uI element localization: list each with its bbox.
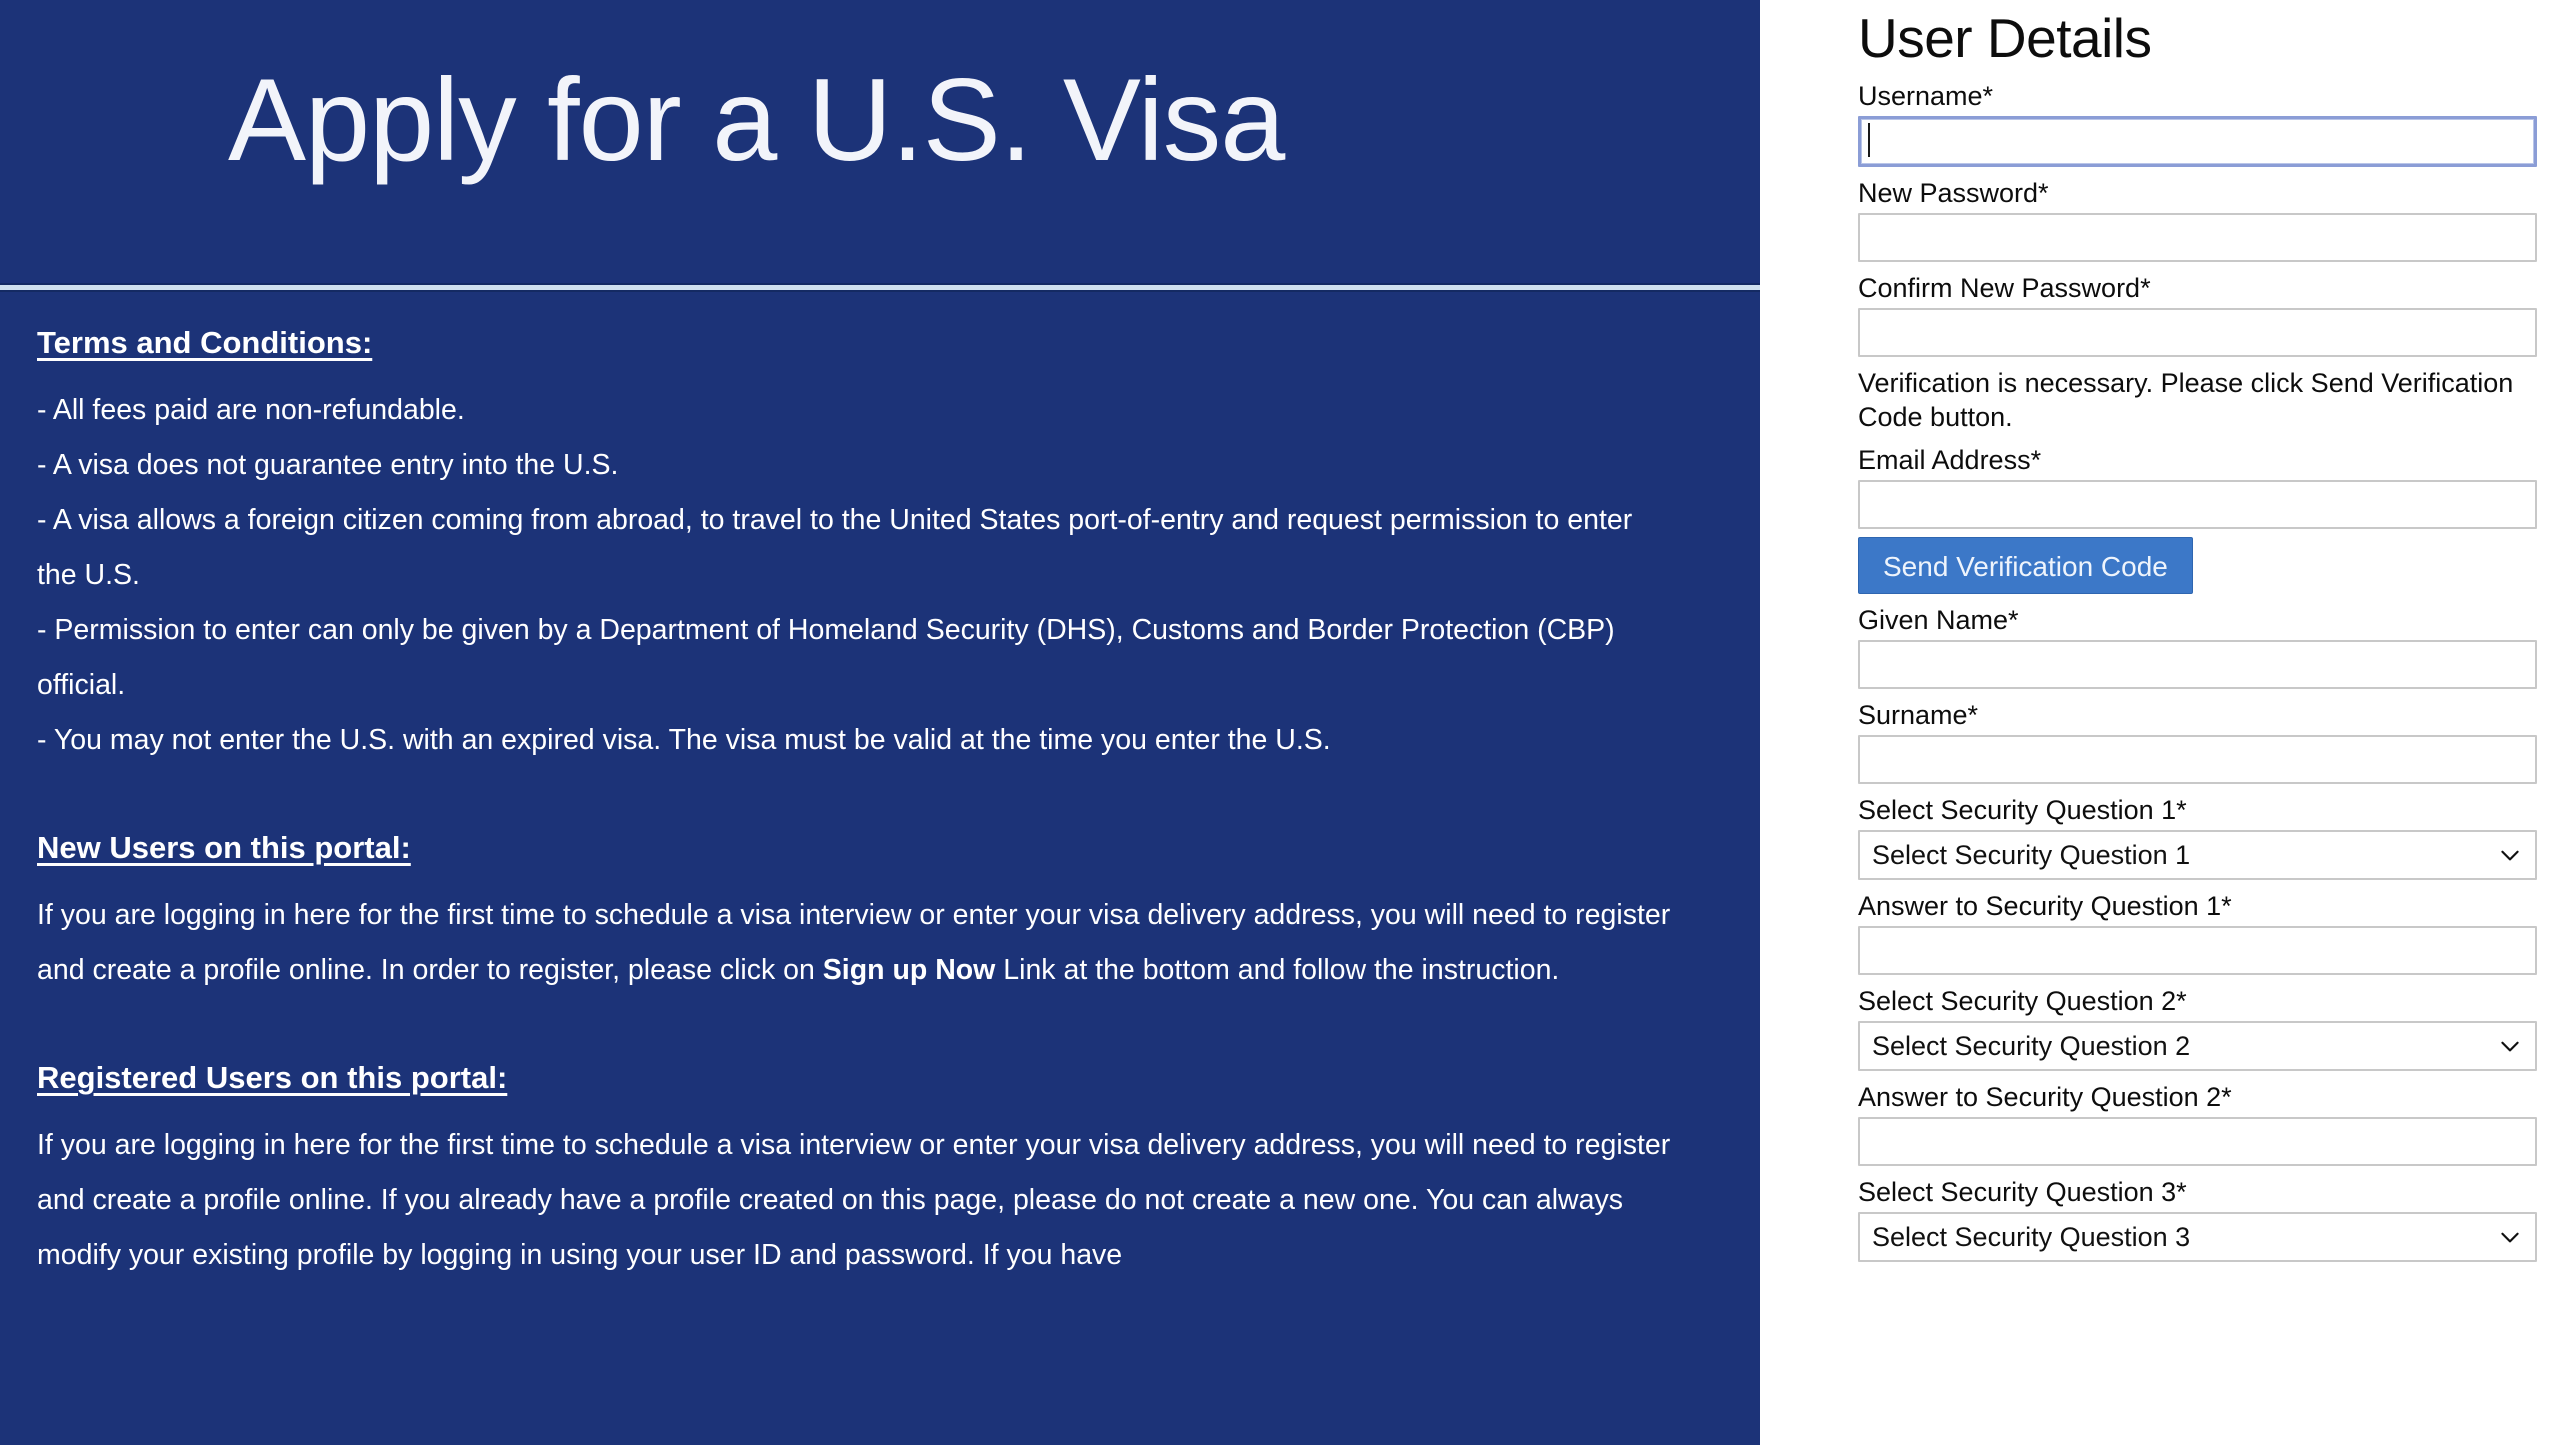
- info-content: Terms and Conditions: - All fees paid ar…: [37, 325, 1677, 1283]
- send-code-button-row: Send Verification Code: [1858, 529, 2538, 594]
- given-name-label: Given Name*: [1858, 605, 2019, 635]
- user-details-form: User Details Username* New Password* Con…: [1858, 0, 2538, 1262]
- new-users-heading: New Users on this portal:: [37, 830, 411, 865]
- new-users-text-after: Link at the bottom and follow the instru…: [995, 954, 1560, 986]
- security-question-2-select[interactable]: Select Security Question 2: [1858, 1021, 2537, 1071]
- email-label: Email Address*: [1858, 445, 2042, 475]
- page-title: Apply for a U.S. Visa: [228, 54, 1285, 185]
- terms-item: - Permission to enter can only be given …: [37, 614, 1615, 701]
- terms-heading: Terms and Conditions:: [37, 325, 373, 360]
- email-input[interactable]: [1858, 480, 2537, 529]
- page-banner: Apply for a U.S. Visa: [0, 0, 1760, 283]
- answer-2-label: Answer to Security Question 2*: [1858, 1082, 2232, 1112]
- security-question-1-select[interactable]: Select Security Question 1: [1858, 830, 2537, 880]
- registered-users-text: If you are logging in here for the first…: [37, 1129, 1671, 1271]
- security-question-2-selected-value: Select Security Question 2: [1872, 1031, 2191, 1061]
- new-password-input[interactable]: [1858, 213, 2537, 262]
- form-title: User Details: [1858, 7, 2152, 69]
- security-question-3-selected-value: Select Security Question 3: [1872, 1222, 2191, 1252]
- answer-1-input[interactable]: [1858, 926, 2537, 975]
- answer-2-input[interactable]: [1858, 1117, 2537, 1166]
- surname-label: Surname*: [1858, 700, 1979, 730]
- confirm-password-label: Confirm New Password*: [1858, 273, 2151, 303]
- text-caret: [1868, 123, 1870, 157]
- new-password-label: New Password*: [1858, 178, 2049, 208]
- chevron-down-icon: [2497, 1023, 2523, 1069]
- security-question-3-label: Select Security Question 3*: [1858, 1177, 2187, 1207]
- username-field-wrap: [1858, 116, 2538, 167]
- security-question-1-label: Select Security Question 1*: [1858, 795, 2187, 825]
- chevron-down-icon: [2497, 1214, 2523, 1260]
- security-question-2-label: Select Security Question 2*: [1858, 986, 2187, 1016]
- security-question-3-select[interactable]: Select Security Question 3: [1858, 1212, 2537, 1262]
- confirm-password-input[interactable]: [1858, 308, 2537, 357]
- user-details-panel: User Details Username* New Password* Con…: [1760, 0, 2560, 1445]
- answer-1-label: Answer to Security Question 1*: [1858, 891, 2232, 921]
- username-label: Username*: [1858, 81, 1994, 111]
- sign-up-now-link[interactable]: Sign up Now: [823, 954, 996, 986]
- banner-divider: [0, 283, 1760, 292]
- registered-users-heading: Registered Users on this portal:: [37, 1060, 508, 1095]
- username-input[interactable]: [1858, 116, 2537, 167]
- terms-item: - A visa allows a foreign citizen coming…: [37, 504, 1633, 591]
- chevron-down-icon: [2497, 832, 2523, 878]
- send-verification-code-button[interactable]: Send Verification Code: [1858, 537, 2193, 594]
- given-name-input[interactable]: [1858, 640, 2537, 689]
- terms-item: - You may not enter the U.S. with an exp…: [37, 724, 1331, 756]
- surname-input[interactable]: [1858, 735, 2537, 784]
- page-root: Apply for a U.S. Visa Terms and Conditio…: [0, 0, 2560, 1445]
- security-question-1-selected-value: Select Security Question 1: [1872, 840, 2191, 870]
- info-panel: Apply for a U.S. Visa Terms and Conditio…: [0, 0, 1760, 1445]
- terms-item: - All fees paid are non-refundable.: [37, 394, 465, 426]
- terms-item: - A visa does not guarantee entry into t…: [37, 449, 619, 481]
- verification-note: Verification is necessary. Please click …: [1858, 368, 2514, 432]
- new-users-text: If you are logging in here for the first…: [37, 888, 1677, 998]
